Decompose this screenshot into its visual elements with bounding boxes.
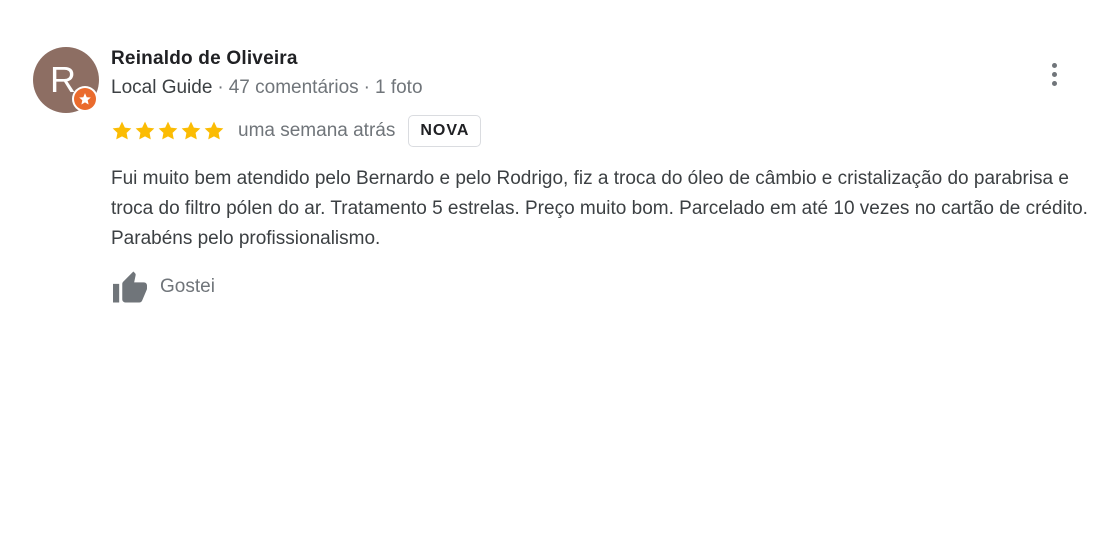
review-card: R Reinaldo de Oliveira Local Guide · 47 co… (0, 0, 1111, 538)
star-icon (112, 121, 132, 140)
meta-separator: · (217, 77, 224, 98)
like-button[interactable]: Gostei (111, 270, 215, 304)
rating-row: uma semana atrás NOVA (111, 115, 482, 147)
star-rating (111, 120, 225, 142)
star-icon (181, 121, 201, 140)
star-icon (135, 121, 155, 140)
new-badge: NOVA (408, 115, 482, 147)
local-guide-badge (72, 86, 98, 112)
photo-count: 1 foto (374, 77, 423, 98)
more-vert-icon[interactable] (1040, 60, 1068, 88)
review-date: uma semana atrás (238, 120, 396, 141)
thumb-up-icon (113, 271, 147, 303)
like-label: Gostei (160, 276, 215, 297)
star-icon (158, 121, 178, 140)
author-level: Local Guide (111, 77, 213, 98)
review-text: Fui muito bem atendido pelo Bernardo e p… (111, 168, 1088, 249)
review-count: 47 comentários (228, 77, 359, 98)
author-meta: Local Guide · 47 comentários · 1 foto (111, 77, 423, 99)
local-guide-star-icon (74, 88, 96, 110)
star-icon (204, 121, 224, 140)
author-name[interactable]: Reinaldo de Oliveira (111, 48, 298, 70)
meta-separator: · (363, 77, 370, 98)
